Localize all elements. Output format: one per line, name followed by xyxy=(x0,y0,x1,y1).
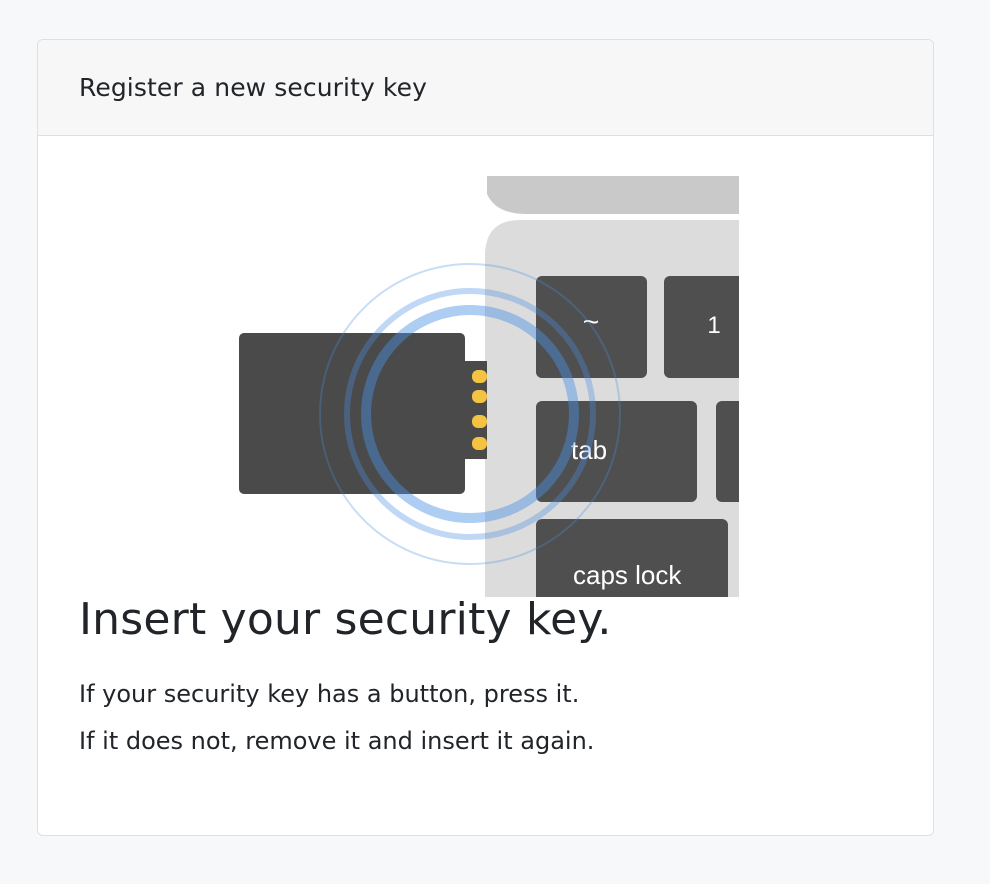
instruction-reinsert: If it does not, remove it and insert it … xyxy=(79,727,595,755)
one-key-label: 1 xyxy=(707,312,720,339)
q-key xyxy=(716,401,739,502)
security-key-device xyxy=(239,333,465,494)
instruction-press-button: If your security key has a button, press… xyxy=(79,680,580,708)
card-title: Register a new security key xyxy=(79,73,427,102)
card-header: Register a new security key xyxy=(38,40,933,136)
caps-lock-key-label: caps lock xyxy=(573,560,682,590)
contact-1 xyxy=(472,370,487,383)
contact-4 xyxy=(472,437,487,450)
laptop-edge-shape xyxy=(487,176,739,214)
contact-2 xyxy=(472,390,487,403)
contact-3 xyxy=(472,415,487,428)
tab-key xyxy=(536,401,697,502)
security-key-illustration: ~ 1 tab caps lock xyxy=(239,176,739,597)
one-key xyxy=(664,276,739,378)
register-security-key-card: Register a new security key ~ 1 tab caps… xyxy=(37,39,934,836)
insert-key-headline: Insert your security key. xyxy=(79,594,612,645)
